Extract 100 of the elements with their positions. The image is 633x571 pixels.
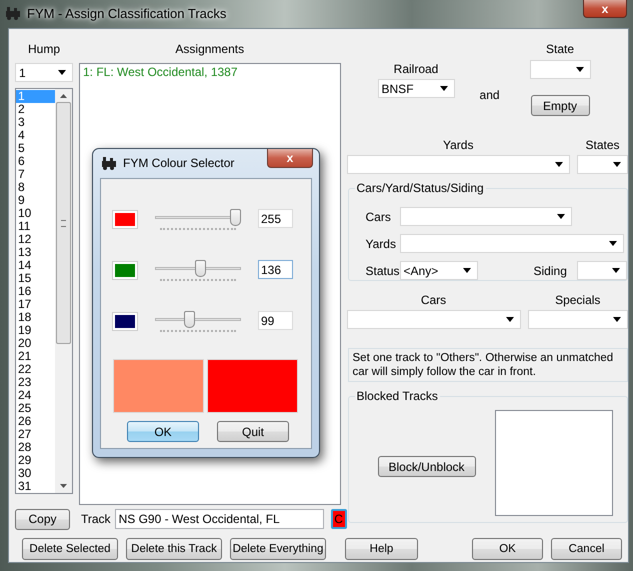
action-button[interactable]: Delete this Track xyxy=(126,538,222,560)
states-dropdown[interactable] xyxy=(577,155,628,174)
list-item[interactable]: 7 xyxy=(16,168,55,181)
close-button[interactable]: x xyxy=(267,149,313,168)
track-field[interactable]: NS G90 - West Occidental, FL xyxy=(114,509,324,529)
list-item[interactable]: 6 xyxy=(16,155,55,168)
dialog-button[interactable]: OK xyxy=(472,538,543,560)
dropdown-arrow-icon xyxy=(555,162,563,167)
list-item[interactable]: 23 xyxy=(16,376,55,389)
copy-button[interactable]: Copy xyxy=(15,508,70,530)
slider-thumb[interactable] xyxy=(184,311,196,328)
dropdown-arrow-icon xyxy=(613,162,621,167)
siding-label: Siding xyxy=(534,264,567,278)
slider[interactable] xyxy=(155,260,241,284)
list-item[interactable]: 31 xyxy=(16,480,55,493)
slider[interactable] xyxy=(155,311,241,335)
list-item[interactable]: 3 xyxy=(16,116,55,129)
action-button[interactable]: Delete Everything xyxy=(230,538,326,560)
list-item[interactable]: 30 xyxy=(16,467,55,480)
dropdown-arrow-icon xyxy=(506,317,514,322)
states-label: States xyxy=(584,138,621,152)
locomotive-icon xyxy=(101,156,117,170)
empty-button[interactable]: Empty xyxy=(530,95,590,116)
dialog-button[interactable]: Quit xyxy=(217,421,289,442)
list-item[interactable]: 25 xyxy=(16,402,55,415)
value-field[interactable]: 136 xyxy=(258,260,293,279)
list-item[interactable]: 10 xyxy=(16,207,55,220)
list-item[interactable]: 18 xyxy=(16,311,55,324)
group-title: Cars/Yard/Status/Siding xyxy=(354,181,486,195)
yards-dropdown[interactable] xyxy=(400,234,624,253)
list-item[interactable]: 26 xyxy=(16,415,55,428)
dropdown-arrow-icon xyxy=(612,268,620,273)
list-item[interactable]: 4 xyxy=(16,129,55,142)
value-field[interactable]: 255 xyxy=(258,209,293,228)
list-item[interactable]: 11 xyxy=(16,220,55,233)
state-label: State xyxy=(545,42,576,56)
scroll-thumb[interactable] xyxy=(56,102,71,344)
status-dropdown[interactable]: <Any> xyxy=(400,261,478,280)
list-item[interactable]: 5 xyxy=(16,142,55,155)
dropdown-arrow-icon xyxy=(608,241,617,246)
window-title: FYM - Assign Classification Tracks xyxy=(27,6,226,20)
yards-label: Yards xyxy=(442,138,474,152)
list-item[interactable]: 19 xyxy=(16,324,55,337)
specials-dropdown[interactable] xyxy=(528,310,628,329)
info-note: Set one track to "Others". Otherwise an unmatched car will simply follow the car in front. xyxy=(348,348,628,382)
siding-dropdown[interactable] xyxy=(576,261,627,280)
value-field[interactable]: 99 xyxy=(258,311,293,330)
list-item[interactable]: 22 xyxy=(16,363,55,376)
slider[interactable] xyxy=(155,209,241,233)
dialog-title: FYM Colour Selector xyxy=(123,156,234,170)
slider-thumb[interactable] xyxy=(230,209,241,226)
track-label: Track xyxy=(81,512,111,526)
list-item[interactable]: 13 xyxy=(16,246,55,259)
list-item[interactable]: 16 xyxy=(16,285,55,298)
list-item[interactable]: 28 xyxy=(16,441,55,454)
assignments-label: Assignments xyxy=(174,42,246,56)
list-item[interactable]: 12 xyxy=(16,233,55,246)
state-dropdown[interactable] xyxy=(530,60,591,79)
dropdown-arrow-icon xyxy=(462,268,471,273)
status-label: Status xyxy=(366,264,400,278)
list-item[interactable]: 2 xyxy=(16,103,55,116)
list-item[interactable]: 29 xyxy=(16,454,55,467)
locomotive-icon xyxy=(5,6,21,20)
colour-button[interactable]: C xyxy=(330,509,347,529)
list-item[interactable]: 14 xyxy=(16,259,55,272)
list-item[interactable]: 20 xyxy=(16,337,55,350)
action-button[interactable]: Delete Selected xyxy=(22,538,118,560)
cars-label: Cars xyxy=(366,210,392,224)
hump-dropdown[interactable]: 1 xyxy=(15,63,73,82)
yards-dropdown[interactable] xyxy=(346,155,570,174)
and-label: and xyxy=(480,88,500,104)
dropdown-arrow-icon xyxy=(440,86,448,91)
block-unblock-button[interactable]: Block/Unblock xyxy=(378,456,476,477)
specials-label: Specials xyxy=(554,293,602,307)
dropdown-arrow-icon xyxy=(613,317,621,322)
cars-dropdown[interactable] xyxy=(400,207,572,226)
list-item[interactable]: 8 xyxy=(16,181,55,194)
cars-label: Cars xyxy=(420,293,448,307)
dropdown-arrow-icon xyxy=(58,70,66,75)
help-button[interactable]: Help xyxy=(345,538,418,560)
list-item[interactable]: 15 xyxy=(16,272,55,285)
list-item[interactable]: 24 xyxy=(16,389,55,402)
list-item[interactable]: 27 xyxy=(16,428,55,441)
hump-label: Hump xyxy=(26,42,61,56)
railroad-label: Railroad xyxy=(392,62,440,76)
scroll-up-icon[interactable] xyxy=(60,94,67,98)
cars-dropdown[interactable] xyxy=(346,310,521,329)
scrollbar[interactable] xyxy=(55,89,72,493)
list-item[interactable]: 9 xyxy=(16,194,55,207)
dialog-button[interactable]: OK xyxy=(127,421,199,442)
group-title: Blocked Tracks xyxy=(354,389,440,403)
close-button[interactable]: x xyxy=(583,0,627,18)
assignment-item[interactable]: 1: FL: West Occidental, 1387 xyxy=(83,65,337,79)
dialog-button[interactable]: Cancel xyxy=(551,538,622,560)
list-item[interactable]: 21 xyxy=(16,350,55,363)
scroll-down-icon[interactable] xyxy=(60,484,67,488)
slider-thumb[interactable] xyxy=(194,260,206,277)
dropdown-arrow-icon xyxy=(576,67,584,72)
list-item[interactable]: 17 xyxy=(16,298,55,311)
railroad-dropdown[interactable]: BNSF xyxy=(378,79,455,98)
